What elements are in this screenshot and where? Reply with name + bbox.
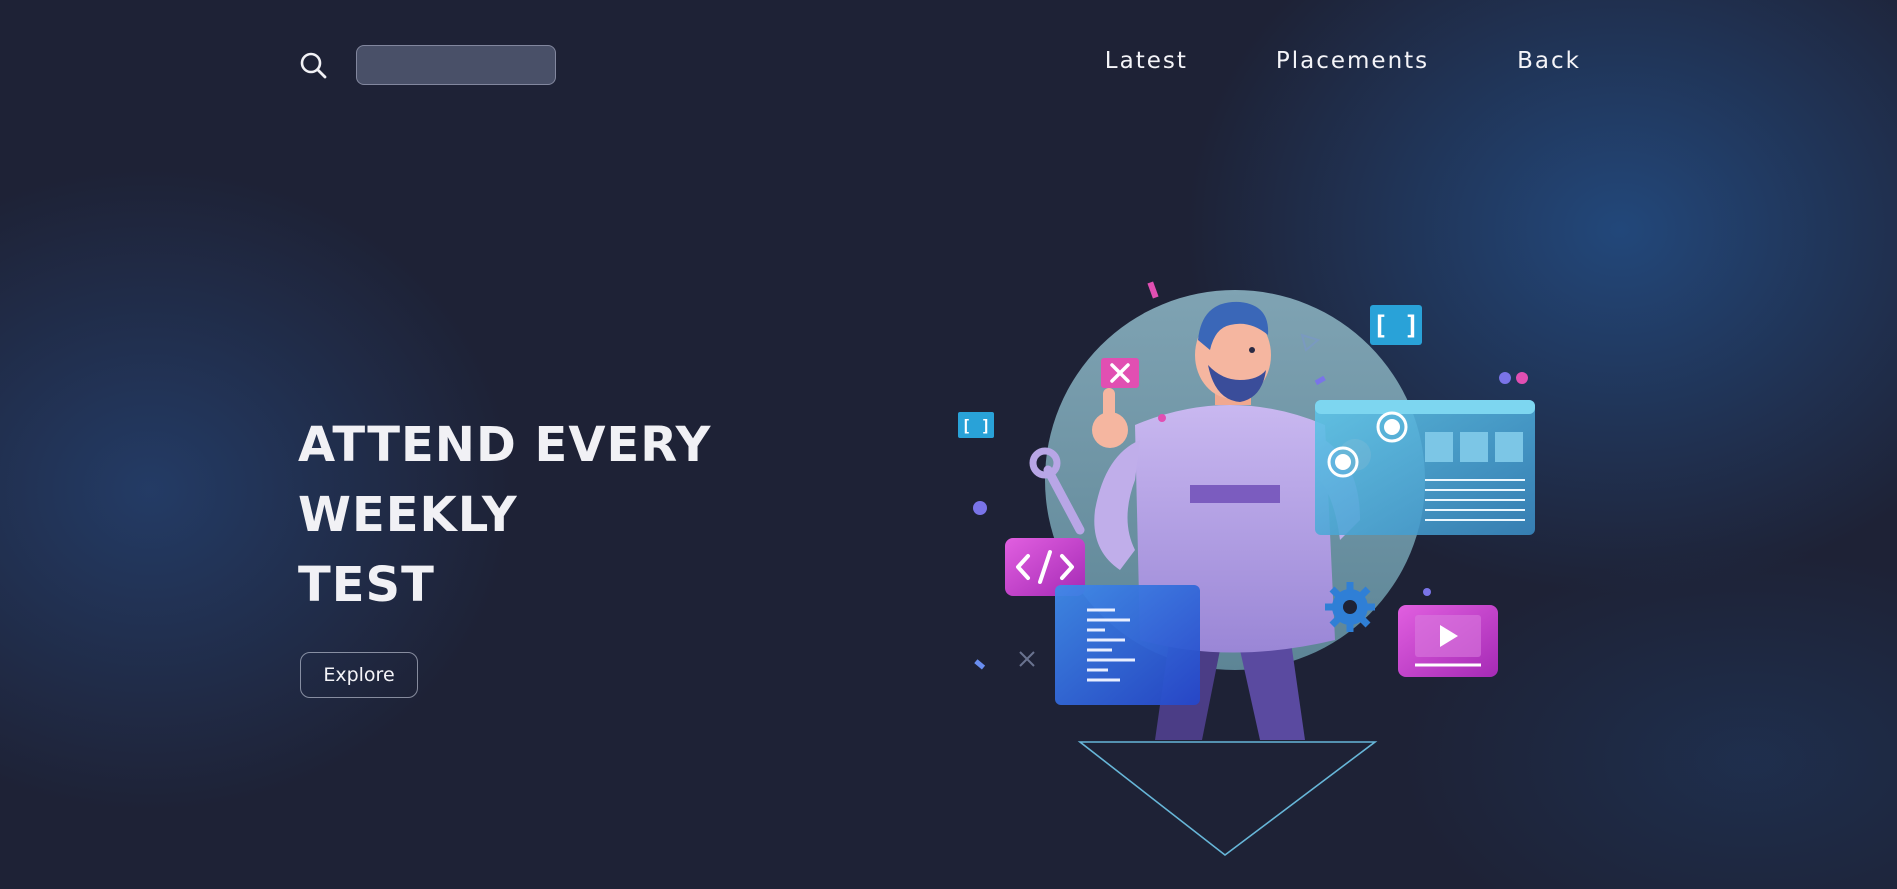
gear-icon xyxy=(1325,582,1375,632)
brackets-icon: [ ] xyxy=(1370,305,1422,345)
explore-button[interactable]: Explore xyxy=(300,652,418,698)
hero-title-line-2: WEEKLY xyxy=(298,487,518,543)
svg-text:[ ]: [ ] xyxy=(1373,311,1420,341)
top-nav: Latest Placements Back xyxy=(1105,48,1581,74)
search-icon[interactable] xyxy=(298,50,330,82)
document-icon xyxy=(1055,585,1200,705)
svg-text:[ ]: [ ] xyxy=(962,416,991,435)
web-window-icon xyxy=(1315,400,1535,535)
hero-title-line-1: ATTEND EVERY xyxy=(298,417,712,473)
arrow-down-icon xyxy=(1077,741,1378,857)
hero-title: ATTEND EVERY WEEKLY TEST xyxy=(298,410,711,620)
hero-title-line-3: TEST xyxy=(298,557,435,613)
play-icon xyxy=(1398,605,1498,677)
nav-link-placements[interactable]: Placements xyxy=(1276,48,1429,74)
landing-page: Latest Placements Back ATTEND EVERY WEEK… xyxy=(0,0,1897,889)
search-input[interactable] xyxy=(356,45,556,85)
close-icon xyxy=(1101,358,1139,388)
brackets-icon-small: [ ] xyxy=(958,412,994,438)
nav-link-latest[interactable]: Latest xyxy=(1105,48,1188,74)
developer-illustration: [ ] [ ] xyxy=(958,281,1535,857)
nav-link-back[interactable]: Back xyxy=(1517,48,1581,74)
